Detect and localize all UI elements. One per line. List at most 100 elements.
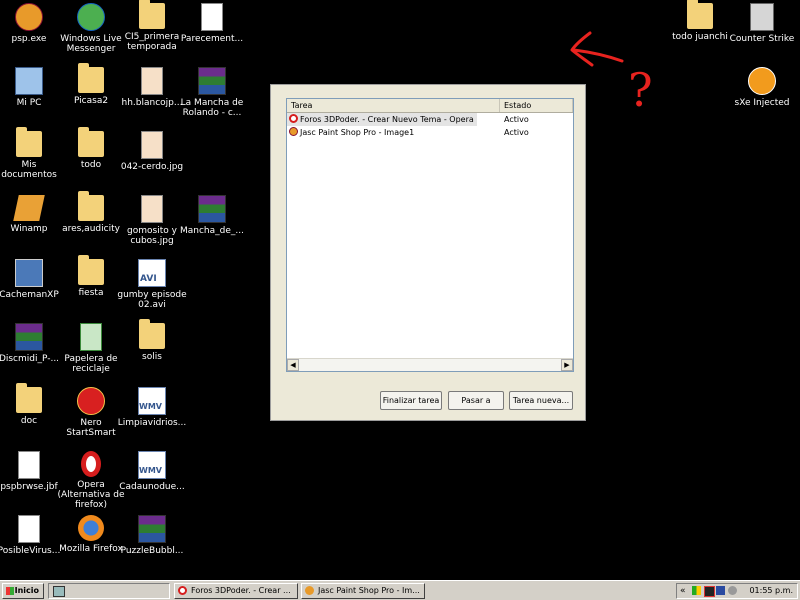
column-header-task[interactable]: Tarea <box>287 99 500 112</box>
firefox-icon <box>78 515 104 541</box>
tray-app-icon[interactable] <box>704 586 715 597</box>
scroll-right-arrow-icon[interactable]: ▶ <box>561 359 573 371</box>
desktop-icon-windows-live-messenger[interactable]: Windows Live Messenger <box>56 3 126 54</box>
desktop-icon-cachemanxp[interactable]: CachemanXP <box>0 259 64 300</box>
desktop-icon-nero-startsmart[interactable]: Nero StartSmart <box>56 387 126 438</box>
desktop-icon-fiesta[interactable]: fiesta <box>56 255 126 298</box>
documents-folder-icon <box>16 127 42 157</box>
taskbar: Inicio Foros 3DPoder. - Crear ... Jasc P… <box>0 580 800 600</box>
winrar-archive-icon <box>138 515 166 543</box>
desktop-icon-label: La Mancha de Rolando - c... <box>180 98 244 118</box>
desktop-icon-parecement[interactable]: Parecement... <box>177 3 247 44</box>
recycle-bin-icon <box>80 323 102 351</box>
image-file-icon <box>141 195 163 223</box>
desktop-icon-ares-audicity[interactable]: ares,audicity <box>56 191 126 234</box>
switch-to-button[interactable]: Pasar a <box>448 391 504 410</box>
desktop-icon-doc[interactable]: doc <box>0 383 64 426</box>
desktop-icon-my-computer[interactable]: Mi PC <box>0 67 64 108</box>
desktop-icon-label: Windows Live Messenger <box>60 34 122 54</box>
scroll-left-arrow-icon[interactable]: ◀ <box>287 359 299 371</box>
tray-expand-chevron-icon[interactable]: « <box>680 584 686 598</box>
desktop-icon-label: 042-cerdo.jpg <box>120 162 184 172</box>
desktop-icon-puzzlebubble[interactable]: PuzzleBubbl... <box>117 515 187 556</box>
annotation-question-mark: ? <box>628 63 653 117</box>
desktop-icon-label: PosibleVirus... <box>0 546 61 556</box>
desktop-icon-cadaunodue[interactable]: Cadaunodue... <box>117 451 187 492</box>
desktop-icon-winamp[interactable]: Winamp <box>0 195 64 234</box>
desktop-icon-sxe-injected[interactable]: sXe Injected <box>727 67 797 108</box>
show-desktop-icon[interactable] <box>53 586 65 597</box>
desktop-icon-posiblevirus[interactable]: PosibleVirus... <box>0 515 64 556</box>
desktop-icon-label: todo <box>80 160 102 170</box>
desktop-icon-label: pspbrwse.jbf <box>0 482 58 492</box>
end-task-button[interactable]: Finalizar tarea <box>380 391 442 410</box>
desktop-icon-label: Mozilla Firefox <box>59 544 123 554</box>
text-document-icon <box>201 3 223 31</box>
folder-icon <box>16 383 42 413</box>
desktop-icon-recycle-bin[interactable]: Papelera de reciclaje <box>56 323 126 374</box>
desktop-icon-solis[interactable]: solis <box>117 319 187 362</box>
tray-app-icon[interactable] <box>716 586 725 595</box>
image-file-icon <box>141 131 163 159</box>
computer-icon <box>15 67 43 95</box>
folder-icon <box>139 0 165 29</box>
tray-app-icon[interactable] <box>692 586 701 595</box>
wmv-video-icon <box>138 387 166 415</box>
taskbar-button-opera[interactable]: Foros 3DPoder. - Crear ... <box>174 583 298 599</box>
desktop-icon-label: Mis documentos <box>1 160 57 180</box>
tray-app-icon[interactable] <box>728 586 737 595</box>
folder-icon <box>78 127 104 157</box>
task-row[interactable]: Jasc Paint Shop Pro - Image1 Activo <box>287 126 573 139</box>
desktop-icon-label: gumby episode 02.avi <box>117 290 187 310</box>
desktop-icon-todo[interactable]: todo <box>56 127 126 170</box>
desktop-icon-label: Discmidi_P-... <box>0 354 60 364</box>
desktop-icon-042-cerdo[interactable]: 042-cerdo.jpg <box>117 131 187 172</box>
desktop-icon-label: ares,audicity <box>62 224 120 234</box>
task-manager-window: Tarea Estado Foros 3DPoder. - Crear Nuev… <box>270 84 586 421</box>
sxe-icon <box>748 67 776 95</box>
desktop-icon-limpiavidrios[interactable]: Limpiavidrios... <box>117 387 187 428</box>
wmv-video-icon <box>138 451 166 479</box>
text-document-icon <box>18 515 40 543</box>
paint-shop-pro-icon <box>305 586 314 595</box>
file-icon <box>18 451 40 479</box>
desktop-icon-gumby[interactable]: gumby episode 02.avi <box>117 259 187 310</box>
taskbar-clock[interactable]: 01:55 p.m. <box>749 584 793 598</box>
desktop-icon-label: Winamp <box>10 224 48 234</box>
desktop-icon-pspbrwse[interactable]: pspbrwse.jbf <box>0 451 64 492</box>
start-button[interactable]: Inicio <box>2 583 44 599</box>
start-label: Inicio <box>14 586 39 595</box>
desktop-icon-picasa2[interactable]: Picasa2 <box>56 63 126 106</box>
opera-icon <box>178 586 187 595</box>
desktop-icon-label: Mancha_de_... <box>180 226 244 236</box>
desktop-icon-discmidi[interactable]: Discmidi_P-... <box>0 323 64 364</box>
psp-app-icon <box>15 3 43 31</box>
taskbar-button-label: Jasc Paint Shop Pro - Im... <box>318 586 420 595</box>
horizontal-scrollbar[interactable]: ◀ ▶ <box>287 358 573 371</box>
desktop-icon-label: solis <box>142 352 162 362</box>
windows-logo-icon <box>6 587 14 595</box>
paint-shop-pro-icon <box>289 127 298 136</box>
column-header-status[interactable]: Estado <box>500 99 573 112</box>
new-task-button[interactable]: Tarea nueva... <box>509 391 573 410</box>
folder-icon <box>78 255 104 285</box>
desktop-icon-label: Opera (Alternativa de firefox) <box>57 480 125 510</box>
desktop-icon-psp[interactable]: psp.exe <box>0 3 64 44</box>
winrar-archive-icon <box>198 195 226 223</box>
task-list-header: Tarea Estado <box>287 99 573 113</box>
desktop-icon-mozilla-firefox[interactable]: Mozilla Firefox <box>56 515 126 554</box>
nero-icon <box>77 387 105 415</box>
task-row[interactable]: Foros 3DPoder. - Crear Nuevo Tema - Oper… <box>287 113 573 126</box>
desktop-icon-opera[interactable]: Opera (Alternativa de firefox) <box>56 451 126 510</box>
desktop-icon-label: Parecement... <box>180 34 244 44</box>
desktop-icon-label: fiesta <box>78 288 104 298</box>
folder-icon <box>78 63 104 93</box>
task-list[interactable]: Tarea Estado Foros 3DPoder. - Crear Nuev… <box>286 98 574 372</box>
desktop-icon-counter-strike[interactable]: Counter Strike <box>727 3 797 44</box>
desktop-icon-mancha-de[interactable]: Mancha_de_... <box>177 195 247 236</box>
desktop-icon-la-mancha[interactable]: La Mancha de Rolando - c... <box>177 67 247 118</box>
counter-strike-icon <box>750 3 774 31</box>
quick-launch <box>48 583 170 599</box>
desktop-icon-my-documents[interactable]: Mis documentos <box>0 127 64 180</box>
taskbar-button-paint-shop-pro[interactable]: Jasc Paint Shop Pro - Im... <box>301 583 425 599</box>
